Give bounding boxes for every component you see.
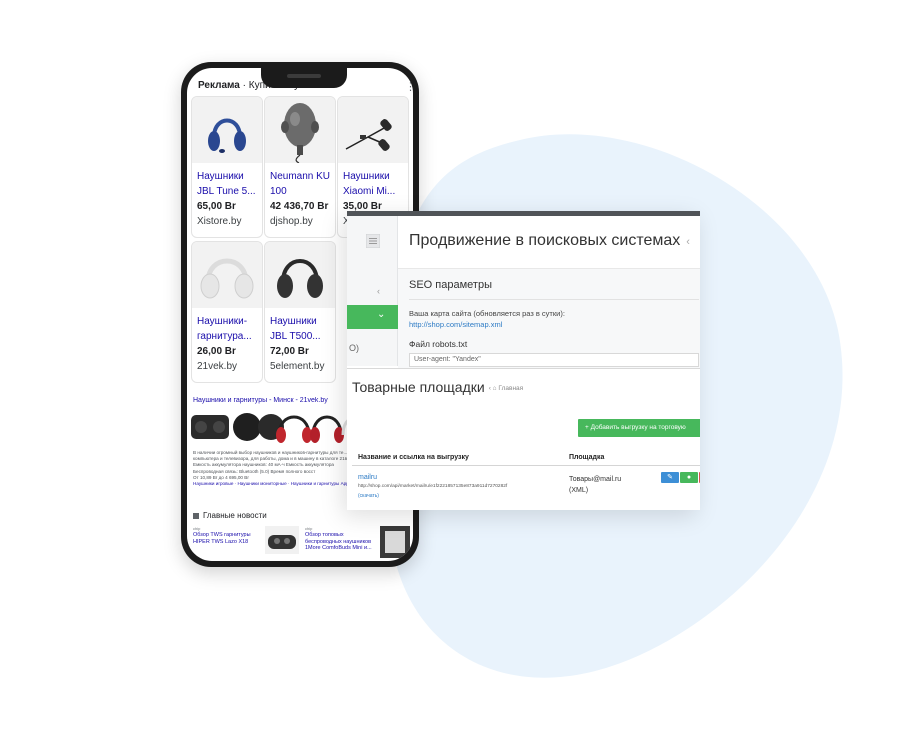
product-image-blue-headphones: [192, 97, 262, 163]
ad-label: Реклама: [198, 80, 240, 91]
breadcrumb[interactable]: ‹ ⌂ Главная: [489, 385, 523, 392]
chevron-down-icon: ⌄: [377, 309, 386, 320]
robots-label: Файл robots.txt: [409, 339, 468, 349]
product-title[interactable]: Neumann KU 100: [270, 169, 334, 199]
eye-icon: ●: [686, 474, 692, 481]
product-image-black-headphones: [265, 242, 335, 308]
panel-sidebar: ‹ ⌄ O): [347, 216, 398, 366]
column-header-name: Название и ссылка на выгрузку: [358, 454, 469, 461]
section-title: SEO параметры: [409, 279, 492, 291]
news-section-title: Главные новости: [193, 511, 267, 520]
product-title[interactable]: Наушники JBL T500...: [270, 314, 334, 344]
product-store: djshop.by: [270, 216, 313, 227]
product-image-white-headphones: [192, 242, 262, 308]
product-price: 42 436,70 Br: [270, 201, 329, 212]
news-image-earbuds-case: [265, 526, 299, 554]
sidebar-item-label[interactable]: O): [349, 343, 359, 353]
download-link[interactable]: (скачать): [358, 493, 379, 499]
product-price: 26,00 Br: [197, 346, 236, 357]
platform-cell: Товары@mail.ru (XML): [569, 476, 622, 494]
product-card[interactable]: Neumann KU 100 42 436,70 Br djshop.by: [264, 96, 336, 238]
robots-textarea[interactable]: User-agent: "Yandex": [409, 353, 699, 367]
product-title[interactable]: Наушники JBL Tune 5...: [197, 169, 261, 199]
breadcrumb-separator: ‹: [686, 236, 690, 248]
product-card[interactable]: Наушники JBL Tune 5... 65,00 Br Xistore.b…: [191, 96, 263, 238]
delete-button[interactable]: [699, 472, 700, 483]
divider: [409, 299, 699, 300]
product-price: 72,00 Br: [270, 346, 309, 357]
seo-header: Продвижение в поисковых системах ‹: [398, 216, 700, 269]
home-icon: ⌂: [492, 385, 497, 392]
phone-speaker: [287, 74, 321, 78]
pencil-icon: ✎: [667, 474, 673, 481]
product-image-dummy-head-microphone: [265, 97, 335, 163]
export-url: http://shop.com/api/market/mailru/e1f222…: [358, 484, 508, 489]
sidebar-active-item[interactable]: ⌄: [347, 305, 398, 329]
table-header-divider: [352, 465, 700, 466]
seo-section: SEO параметры Ваша карта сайта (обновляе…: [398, 269, 700, 369]
product-title[interactable]: Наушники Xiaomi Mi...: [343, 169, 407, 199]
page-title: Продвижение в поисковых системах ‹: [409, 232, 690, 249]
sitemap-label: Ваша карта сайта (обновляется раз в сутк…: [409, 309, 565, 318]
export-name-link[interactable]: mailru: [358, 474, 377, 481]
product-title[interactable]: Наушники-гарнитура...: [197, 314, 261, 344]
news-item[interactable]: сhip Обзор топовых беспроводных наушнико…: [305, 526, 377, 552]
admin-panel-screenshot: ‹ ⌄ O) Продвижение в поисковых системах ‹…: [347, 211, 700, 510]
news-item[interactable]: сhip Обзор TWS гарнитуры HIPER TWS Lazo …: [193, 526, 263, 545]
product-store: 5element.by: [270, 361, 325, 372]
chevron-left-icon[interactable]: ‹: [377, 286, 380, 296]
edit-button[interactable]: ✎: [661, 472, 679, 483]
more-vert-icon[interactable]: ⋮: [405, 80, 413, 93]
add-export-button[interactable]: + Добавить выгрузку на торговую: [578, 419, 700, 437]
product-price: 65,00 Br: [197, 201, 236, 212]
marketplaces-section: Товарные площадки ‹ ⌂ Главная + Добавить …: [347, 368, 700, 510]
product-store: Xistore.by: [197, 216, 242, 227]
sitemap-link[interactable]: http://shop.com/sitemap.xml: [409, 320, 502, 329]
product-card[interactable]: Наушники-гарнитура... 26,00 Br 21vek.by: [191, 241, 263, 383]
ad-separator: ·: [239, 80, 249, 91]
section-title: Товарные площадки ‹ ⌂ Главная: [352, 379, 524, 395]
product-card[interactable]: Наушники JBL T500... 72,00 Br 5element.by: [264, 241, 336, 383]
menu-icon[interactable]: [366, 234, 380, 248]
column-header-platform: Площадка: [569, 454, 605, 461]
product-image-black-earbuds: [338, 97, 408, 163]
view-button[interactable]: ●: [680, 472, 698, 483]
news-image-earbuds-box: [380, 526, 410, 558]
product-store: 21vek.by: [197, 361, 238, 372]
news-icon: [193, 512, 199, 519]
phone-notch: [261, 68, 347, 88]
